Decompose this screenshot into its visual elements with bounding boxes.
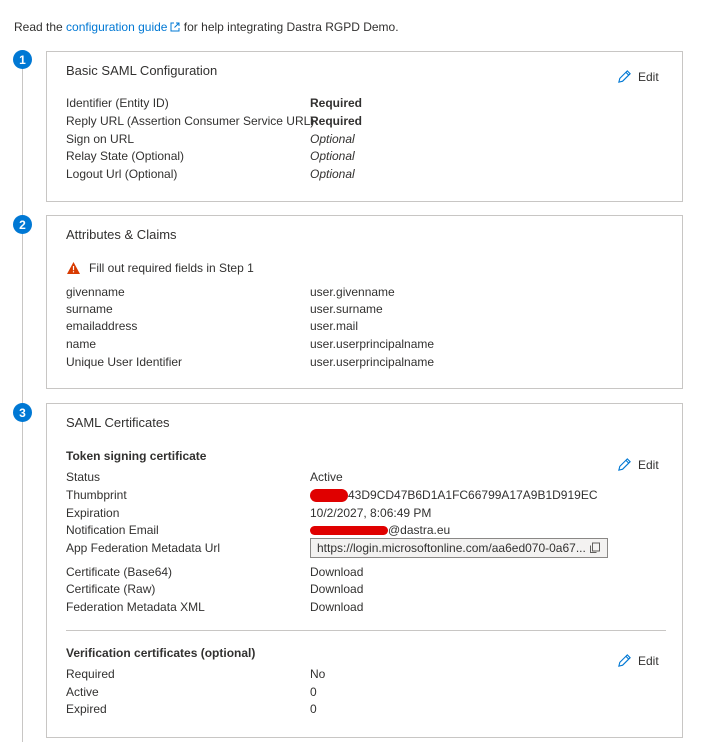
card-title: SAML Certificates	[66, 415, 170, 430]
row-value: @dastra.eu	[388, 523, 451, 537]
row-key: Expiration	[66, 506, 120, 520]
row-value: Active	[310, 470, 343, 484]
attributes-claims-card: Attributes & Claims Fill out required fi…	[46, 215, 683, 389]
saml-row: Sign on URL Optional	[66, 132, 666, 149]
row-key: Relay State (Optional)	[66, 149, 185, 163]
row-key: Status	[66, 470, 101, 484]
cert-download-row: Certificate (Raw) Download	[66, 582, 666, 599]
cert-expiration-row: Expiration 10/2/2027, 8:06:49 PM	[66, 506, 666, 523]
step-3-badge: 3	[13, 403, 32, 422]
claim-row: surname user.surname	[66, 302, 666, 319]
row-key: surname	[66, 302, 113, 316]
row-key: Unique User Identifier	[66, 355, 183, 369]
row-key: Identifier (Entity ID)	[66, 96, 169, 110]
row-value: user.userprincipalname	[310, 355, 435, 369]
pencil-icon	[618, 70, 631, 83]
row-key: emailaddress	[66, 319, 138, 333]
row-key: Expired	[66, 702, 107, 716]
row-key: Certificate (Base64)	[66, 565, 173, 579]
row-key: Reply URL (Assertion Consumer Service UR…	[66, 114, 315, 128]
copy-icon[interactable]	[589, 542, 601, 554]
cert-metadata-url-row: App Federation Metadata Url https://logi…	[66, 538, 666, 558]
row-key: Active	[66, 685, 99, 699]
row-key: Sign on URL	[66, 132, 135, 146]
verification-heading: Verification certificates (optional)	[66, 646, 256, 660]
edit-label: Edit	[638, 69, 659, 84]
metadata-url-text: https://login.microsoftonline.com/aa6ed0…	[317, 541, 586, 555]
claim-row: givenname user.givenname	[66, 285, 666, 302]
external-link-icon	[170, 22, 180, 32]
redaction-mark	[310, 526, 388, 536]
metadata-url-field[interactable]: https://login.microsoftonline.com/aa6ed0…	[310, 538, 608, 558]
row-key: name	[66, 337, 97, 351]
section-divider	[66, 630, 666, 631]
verification-row: Required No	[66, 667, 666, 684]
edit-label: Edit	[638, 653, 659, 668]
row-value: 43D9CD47B6D1A1FC66799A17A9B1D919EC	[348, 488, 598, 502]
saml-row: Identifier (Entity ID) Required	[66, 96, 666, 113]
saml-row: Relay State (Optional) Optional	[66, 149, 666, 166]
download-link[interactable]: Download	[310, 582, 363, 596]
pencil-icon	[618, 654, 631, 667]
card-title: Attributes & Claims	[66, 227, 177, 242]
cert-status-row: Status Active	[66, 470, 666, 487]
row-value: user.surname	[310, 302, 383, 316]
row-value: Optional	[310, 167, 355, 181]
row-key: Required	[66, 667, 115, 681]
download-link[interactable]: Download	[310, 600, 363, 614]
cert-download-row: Federation Metadata XML Download	[66, 600, 666, 617]
configuration-guide-link[interactable]: configuration guide	[66, 20, 167, 34]
row-value: Required	[310, 114, 363, 128]
download-link[interactable]: Download	[310, 565, 363, 579]
row-key: Certificate (Raw)	[66, 582, 156, 596]
basic-saml-configuration-card: Basic SAML Configuration Edit Identifier…	[46, 51, 683, 202]
step-2-badge: 2	[13, 215, 32, 234]
saml-certificates-card: SAML Certificates Token signing certific…	[46, 403, 683, 738]
intro-text: Read the configuration guide for help in…	[14, 20, 399, 34]
intro-suffix: for help integrating Dastra RGPD Demo.	[180, 20, 399, 34]
edit-verification-button[interactable]: Edit	[617, 653, 659, 668]
redaction-mark	[310, 489, 348, 503]
row-key: Thumbprint	[66, 488, 127, 502]
row-value: 0	[310, 685, 317, 699]
row-key: Federation Metadata XML	[66, 600, 205, 614]
verification-row: Active 0	[66, 685, 666, 702]
row-key: Notification Email	[66, 523, 159, 537]
cert-download-row: Certificate (Base64) Download	[66, 565, 666, 582]
row-key: givenname	[66, 285, 125, 299]
row-value: user.givenname	[310, 285, 395, 299]
row-value: Optional	[310, 132, 355, 146]
row-value: 0	[310, 702, 317, 716]
row-value: No	[310, 667, 326, 681]
row-value: 10/2/2027, 8:06:49 PM	[310, 506, 432, 520]
cert-thumbprint-row: Thumbprint 43D9CD47B6D1A1FC66799A17A9B1D9…	[66, 488, 666, 505]
claim-row: name user.userprincipalname	[66, 337, 666, 354]
row-key: Logout Url (Optional)	[66, 167, 178, 181]
claim-row: Unique User Identifier user.userprincipal…	[66, 355, 666, 372]
verification-row: Expired 0	[66, 702, 666, 719]
row-value: user.userprincipalname	[310, 337, 435, 351]
warning-text: Fill out required fields in Step 1	[89, 261, 254, 275]
row-key: App Federation Metadata Url	[66, 541, 221, 555]
step-1-badge: 1	[13, 50, 32, 69]
saml-row: Logout Url (Optional) Optional	[66, 167, 666, 184]
claim-row: emailaddress user.mail	[66, 319, 666, 336]
token-signing-heading: Token signing certificate	[66, 449, 207, 463]
saml-row: Reply URL (Assertion Consumer Service UR…	[66, 114, 666, 131]
edit-basic-saml-button[interactable]: Edit	[617, 69, 659, 84]
warning-message: Fill out required fields in Step 1	[66, 261, 254, 275]
warning-icon	[67, 262, 80, 274]
row-value: Required	[310, 96, 363, 110]
row-value: user.mail	[310, 319, 359, 333]
card-title: Basic SAML Configuration	[66, 63, 218, 78]
intro-prefix: Read the	[14, 20, 67, 34]
row-value: Optional	[310, 149, 355, 163]
